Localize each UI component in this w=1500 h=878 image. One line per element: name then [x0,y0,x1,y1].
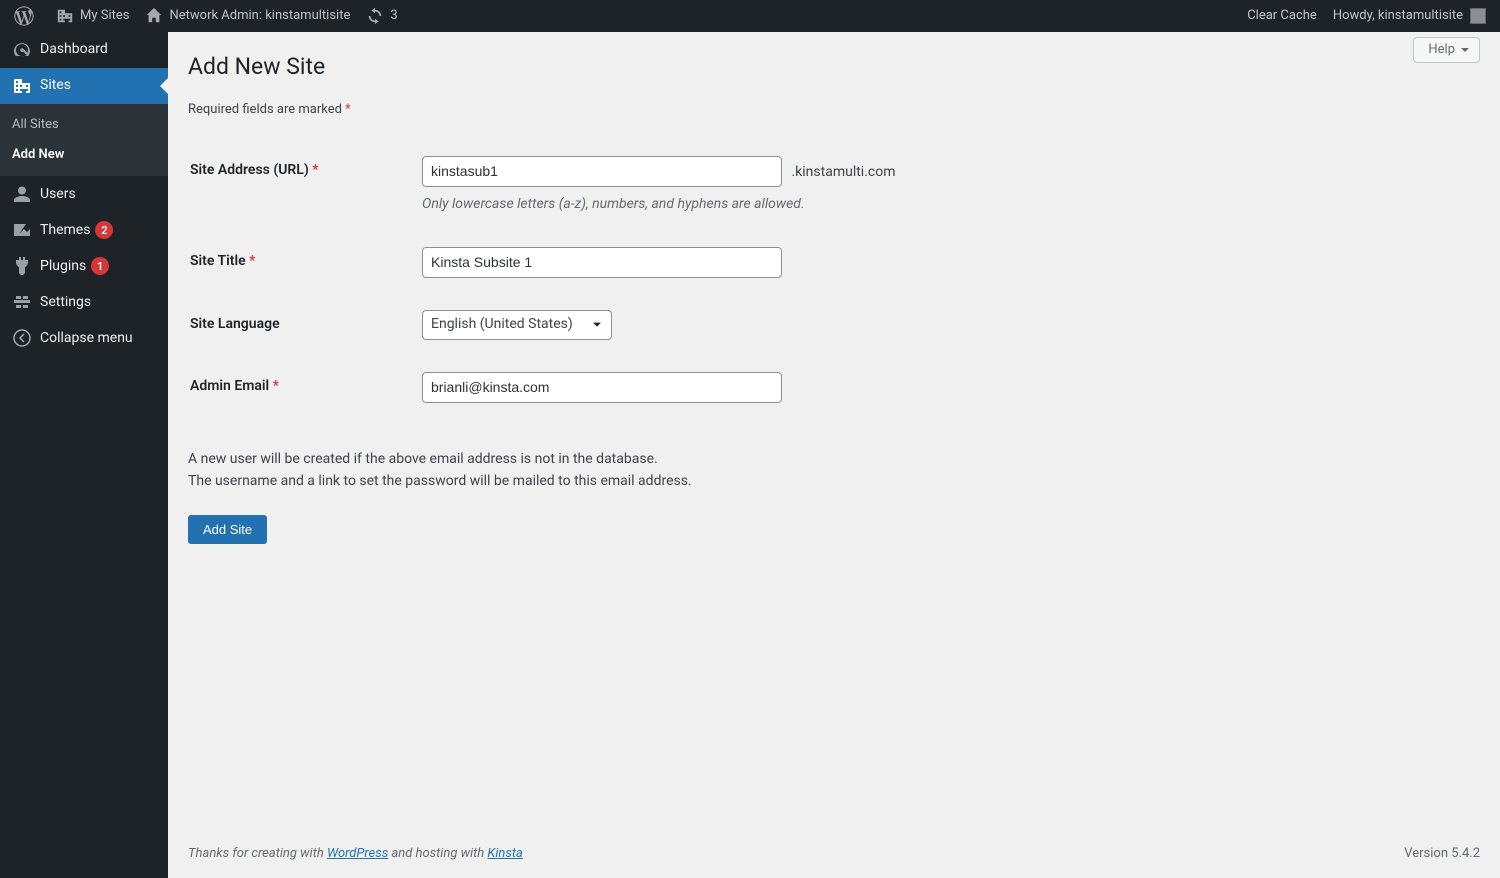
chevron-down-icon [589,317,605,333]
collapse-menu[interactable]: Collapse menu [0,320,168,356]
updates-link[interactable]: 3 [358,0,405,32]
label-site-address: Site Address (URL) * [190,141,410,230]
sidebar-item-settings[interactable]: Settings [0,284,168,320]
sites-submenu: All Sites Add New [0,104,168,176]
wp-logo-menu[interactable] [6,0,48,32]
row-site-address: Site Address (URL) * .kinstamulti.com On… [190,141,1478,230]
network-admin-link[interactable]: Network Admin: kinstamultisite [137,0,358,32]
sites-icon [12,76,32,96]
plugins-icon [12,256,32,276]
sites-icon [56,7,74,25]
admin-footer: Thanks for creating with WordPress and h… [168,835,1500,878]
admin-sidebar: Dashboard Sites All Sites Add New Users … [0,32,168,878]
sidebar-item-sites[interactable]: Sites [0,68,168,104]
my-sites-menu[interactable]: My Sites [48,0,137,32]
site-address-hint: Only lowercase letters (a-z), numbers, a… [422,195,1468,215]
avatar [1470,8,1486,24]
domain-suffix: .kinstamulti.com [791,164,895,180]
row-admin-email: Admin Email * [190,357,1478,418]
collapse-icon [12,328,32,348]
sidebar-item-dashboard[interactable]: Dashboard [0,32,168,68]
submenu-all-sites[interactable]: All Sites [0,110,168,140]
content-area: Help Add New Site Required fields are ma… [168,0,1500,878]
admin-toolbar: My Sites Network Admin: kinstamultisite … [0,0,1500,32]
users-icon [12,184,32,204]
required-intro: Required fields are marked * [188,101,1480,119]
label-site-language: Site Language [190,295,410,355]
site-address-input[interactable] [422,156,782,187]
network-admin-label: Network Admin: kinstamultisite [169,7,350,25]
update-icon [366,7,384,25]
add-site-button[interactable]: Add Site [188,515,267,544]
chevron-down-icon [1461,48,1469,56]
site-title-input[interactable] [422,247,782,278]
sidebar-item-themes[interactable]: Themes 2 [0,212,168,248]
row-site-title: Site Title * [190,232,1478,293]
clear-cache-link[interactable]: Clear Cache [1239,0,1325,32]
page-title: Add New Site [188,42,1480,87]
kinsta-link[interactable]: Kinsta [487,846,522,861]
email-note: A new user will be created if the above … [188,450,1480,491]
add-site-form: Site Address (URL) * .kinstamulti.com On… [188,139,1480,420]
submenu-add-new[interactable]: Add New [0,140,168,170]
home-icon [145,7,163,25]
account-menu[interactable]: Howdy, kinstamultisite [1325,0,1494,32]
label-admin-email: Admin Email * [190,357,410,418]
updates-count: 3 [390,7,397,25]
admin-email-input[interactable] [422,372,782,403]
version-text: Version 5.4.2 [1404,845,1480,863]
settings-icon [12,292,32,312]
dashboard-icon [12,40,32,60]
wordpress-link[interactable]: WordPress [327,846,388,861]
toolbar-left: My Sites Network Admin: kinstamultisite … [6,0,406,32]
howdy-text: Howdy, kinstamultisite [1333,7,1463,25]
row-site-language: Site Language English (United States) [190,295,1478,355]
page-wrap: Help Add New Site Required fields are ma… [168,32,1500,835]
sidebar-item-users[interactable]: Users [0,176,168,212]
themes-icon [12,220,32,240]
submit-row: Add Site [188,515,1480,544]
help-tab[interactable]: Help [1413,37,1480,63]
my-sites-label: My Sites [80,7,129,25]
sidebar-item-plugins[interactable]: Plugins 1 [0,248,168,284]
themes-badge: 2 [95,221,113,239]
wordpress-icon [14,6,34,26]
plugins-badge: 1 [91,257,109,275]
toolbar-right: Clear Cache Howdy, kinstamultisite [1239,0,1494,32]
site-language-select[interactable]: English (United States) [422,310,612,340]
label-site-title: Site Title * [190,232,410,293]
footer-credits: Thanks for creating with WordPress and h… [188,845,523,863]
